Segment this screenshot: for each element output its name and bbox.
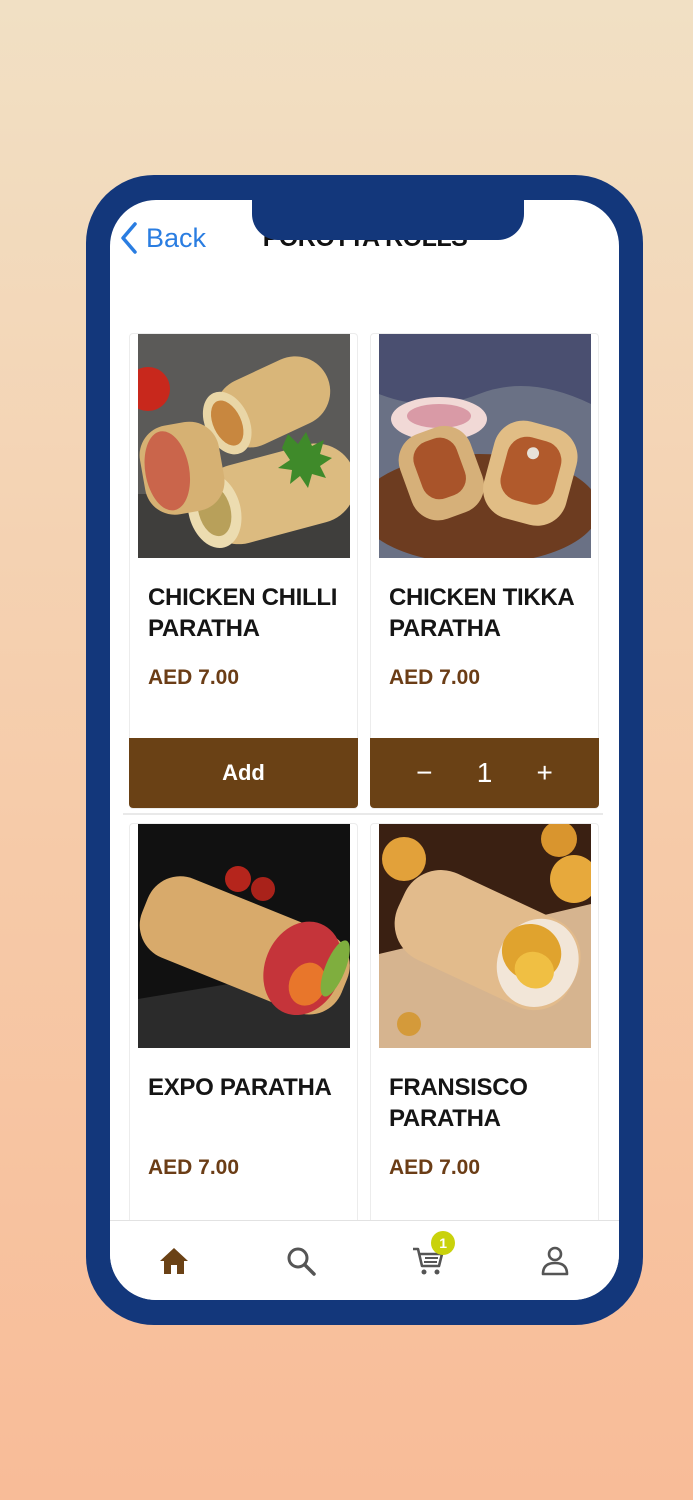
product-image	[379, 334, 591, 558]
product-grid: CHICKEN CHILLI PARATHA AED 7.00 Add CHIC…	[123, 333, 603, 1239]
product-price: AED 7.00	[389, 666, 481, 689]
add-button[interactable]: Add	[129, 738, 358, 808]
quantity-value: 1	[476, 757, 493, 788]
product-price: AED 7.00	[389, 1156, 481, 1179]
product-name: CHICKEN CHILLI PARATHA	[148, 584, 338, 642]
profile-icon	[542, 1246, 569, 1275]
cart-badge: 1	[431, 1230, 456, 1255]
tab-home[interactable]	[144, 1231, 204, 1291]
quantity-stepper: − 1 +	[370, 738, 599, 808]
app-screen: Back POROTTA ROLLS	[110, 200, 619, 1300]
product-image	[138, 824, 350, 1048]
product-name: EXPO PARATHA	[148, 1074, 332, 1101]
tab-cart[interactable]: 1	[398, 1230, 458, 1291]
phone-frame: Back POROTTA ROLLS	[86, 175, 643, 1325]
row-divider	[123, 813, 603, 815]
bottom-tab-bar: 1	[110, 1220, 619, 1300]
home-icon	[159, 1247, 188, 1274]
tab-search[interactable]	[271, 1231, 331, 1291]
increment-button[interactable]: +	[537, 757, 553, 789]
search-icon	[287, 1247, 316, 1276]
product-image	[138, 334, 350, 558]
device-notch	[252, 200, 524, 240]
product-card-chicken-chilli-paratha[interactable]: CHICKEN CHILLI PARATHA AED 7.00 Add	[129, 333, 358, 809]
product-card-fransisco-paratha[interactable]: FRANSISCO PARATHA AED 7.00	[370, 823, 599, 1229]
back-button[interactable]: Back	[120, 222, 206, 254]
product-name: CHICKEN TIKKA PARATHA	[389, 584, 574, 642]
product-name: FRANSISCO PARATHA	[389, 1074, 528, 1132]
product-card-expo-paratha[interactable]: EXPO PARATHA AED 7.00	[129, 823, 358, 1229]
chevron-left-icon	[121, 222, 137, 254]
product-price: AED 7.00	[148, 1156, 240, 1179]
back-label: Back	[146, 222, 207, 253]
tab-profile[interactable]	[525, 1231, 585, 1291]
product-image	[379, 824, 591, 1048]
decrement-button[interactable]: −	[416, 757, 432, 789]
product-card-chicken-tikka-paratha[interactable]: CHICKEN TIKKA PARATHA AED 7.00 − 1 +	[370, 333, 599, 809]
product-price: AED 7.00	[148, 666, 240, 689]
